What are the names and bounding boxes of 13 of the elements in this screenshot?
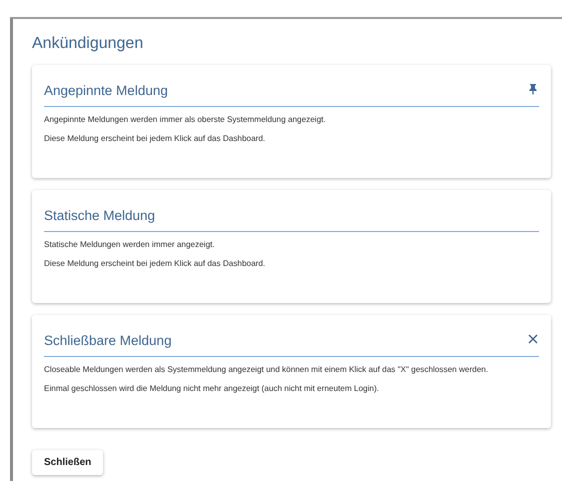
message-text: Closeable Meldungen werden als Systemmeldung angezeigt und können mit einem Klick auf das "X" geschlossen werden. (44, 365, 490, 374)
card-title: Schließbare Meldung (44, 333, 172, 348)
message-text: Angepinnte Meldungen werden immer als oberste Systemmeldung angezeigt. (44, 115, 327, 124)
pin-icon (527, 83, 539, 95)
card-title: Angepinnte Meldung (44, 83, 168, 98)
close-button[interactable]: Schließen (32, 450, 104, 475)
message-text: Einmal geschlossen wird die Meldung nicht mehr angezeigt (auch nicht mit erneutem Login). (44, 384, 380, 393)
message-text: Diese Meldung erscheint bei jedem Klick auf das Dashboard. (44, 134, 266, 143)
card-title: Statische Meldung (44, 208, 156, 223)
message-text: Statische Meldungen werden immer angezeigt. (44, 240, 216, 249)
close-button[interactable] (527, 333, 539, 345)
dialog-title: Ankündigungen (32, 35, 144, 53)
message-text: Diese Meldung erscheint bei jedem Klick auf das Dashboard. (44, 259, 266, 268)
